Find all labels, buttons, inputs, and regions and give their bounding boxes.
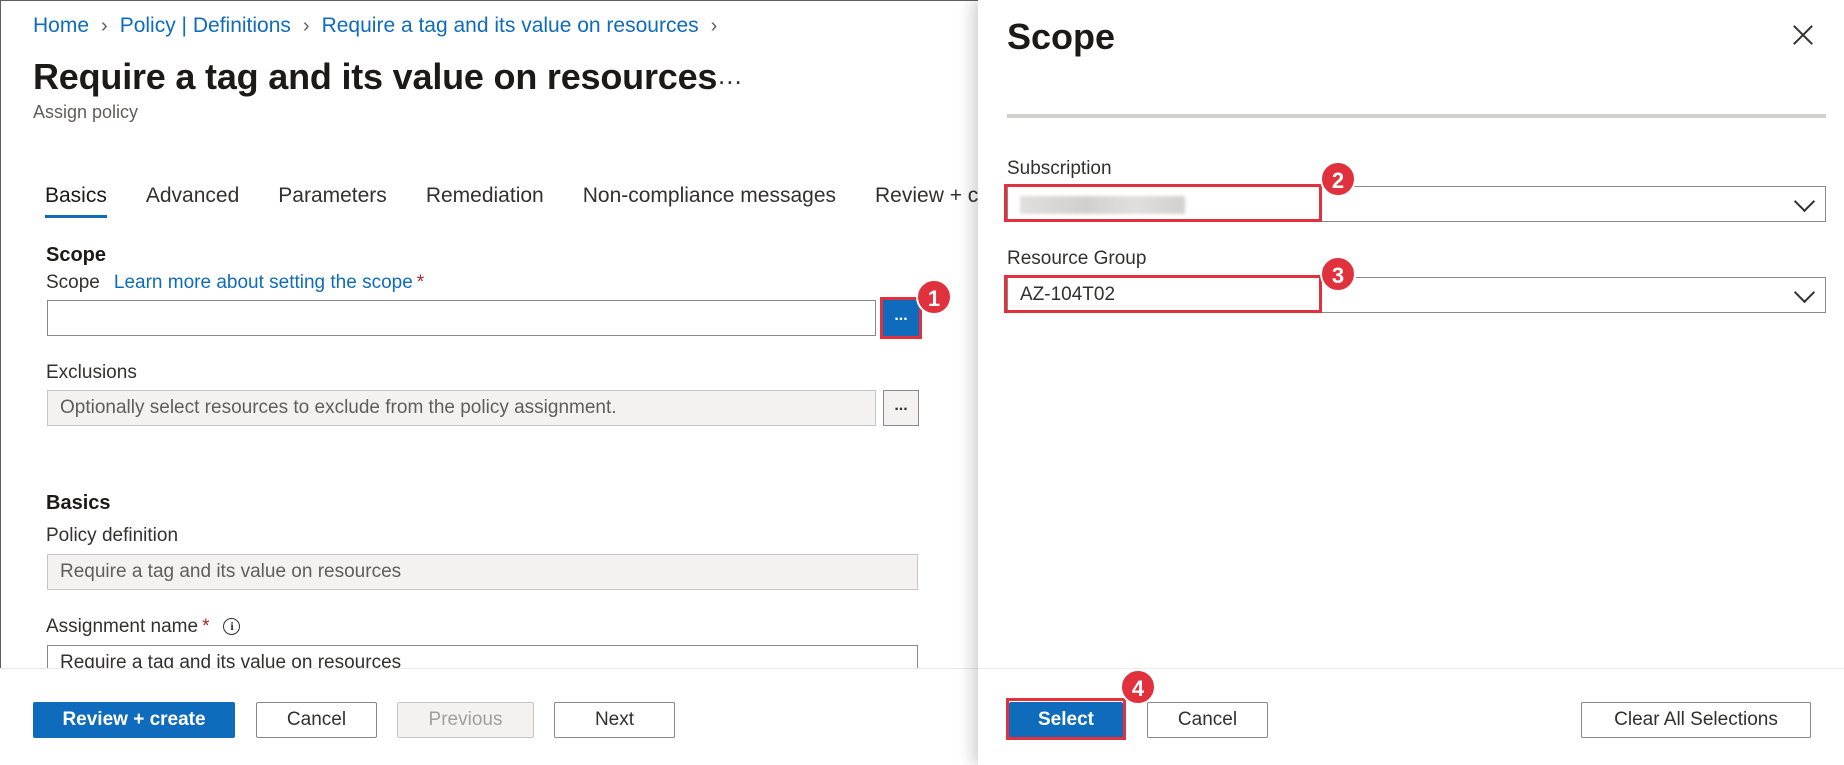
clear-all-selections-button[interactable]: Clear All Selections xyxy=(1581,702,1811,738)
assignment-name-label: Assignment name xyxy=(46,616,199,637)
next-button[interactable]: Next xyxy=(554,702,675,738)
more-options-icon[interactable]: ... xyxy=(718,60,743,91)
highlight-box-2 xyxy=(1004,184,1322,222)
assign-policy-blade: Home › Policy | Definitions › Require a … xyxy=(0,0,978,765)
tab-basics[interactable]: Basics xyxy=(45,184,107,218)
exclusions-label: Exclusions xyxy=(46,362,137,383)
resource-group-label: Resource Group xyxy=(1007,248,1147,269)
page-title: Require a tag and its value on resources xyxy=(33,56,718,97)
highlight-box-4 xyxy=(1006,698,1126,740)
required-marker: * xyxy=(202,616,210,637)
tab-non-compliance-messages[interactable]: Non-compliance messages xyxy=(583,184,836,218)
tab-advanced[interactable]: Advanced xyxy=(146,184,239,218)
scope-panel: Scope Subscription Resource Group AZ-104… xyxy=(978,0,1844,765)
scope-label-row: Scope Learn more about setting the scope * xyxy=(46,272,424,294)
learn-more-scope-link[interactable]: Learn more about setting the scope xyxy=(114,272,413,293)
assignment-name-label-row: Assignment name * i xyxy=(46,616,241,638)
previous-button[interactable]: Previous xyxy=(397,702,534,738)
close-icon[interactable] xyxy=(1790,22,1816,48)
highlight-box-3 xyxy=(1004,275,1322,313)
chevron-right-icon: › xyxy=(710,14,718,37)
breadcrumb: Home › Policy | Definitions › Require a … xyxy=(33,14,729,38)
tab-parameters[interactable]: Parameters xyxy=(278,184,387,218)
breadcrumb-policy-definitions[interactable]: Policy | Definitions xyxy=(120,14,291,38)
page-subtitle: Assign policy xyxy=(33,102,139,122)
scope-section-heading: Scope xyxy=(46,244,107,266)
subscription-label: Subscription xyxy=(1007,158,1112,179)
policy-definition-label: Policy definition xyxy=(46,525,179,546)
panel-divider xyxy=(1007,114,1826,118)
step-badge-1: 1 xyxy=(916,279,952,315)
chevron-down-icon xyxy=(1795,287,1813,305)
step-badge-3: 3 xyxy=(1320,256,1356,292)
breadcrumb-policy[interactable]: Require a tag and its value on resources xyxy=(322,14,699,38)
tab-review-create[interactable]: Review + cre xyxy=(875,184,978,218)
exclusions-input[interactable]: Optionally select resources to exclude f… xyxy=(47,390,876,426)
cancel-button[interactable]: Cancel xyxy=(256,702,377,738)
exclusions-browse-button[interactable]: ... xyxy=(883,390,919,426)
panel-title: Scope xyxy=(1007,16,1116,57)
tab-remediation[interactable]: Remediation xyxy=(426,184,544,218)
panel-cancel-button[interactable]: Cancel xyxy=(1147,702,1268,738)
info-icon[interactable]: i xyxy=(223,618,241,635)
blade-footer: Review + create Cancel Previous Next xyxy=(0,668,978,765)
review-create-button[interactable]: Review + create xyxy=(33,702,235,738)
required-marker: * xyxy=(416,272,425,293)
chevron-right-icon: › xyxy=(101,14,108,37)
chevron-down-icon xyxy=(1795,196,1813,214)
breadcrumb-home[interactable]: Home xyxy=(33,14,89,38)
step-badge-2: 2 xyxy=(1320,161,1356,197)
chevron-right-icon: › xyxy=(302,14,310,37)
basics-section-heading: Basics xyxy=(46,492,111,514)
step-badge-4: 4 xyxy=(1120,669,1156,705)
tab-bar: Basics Advanced Parameters Remediation N… xyxy=(45,184,978,218)
scope-input[interactable] xyxy=(47,300,876,336)
highlight-box-1 xyxy=(880,297,922,339)
scope-label: Scope xyxy=(46,272,100,293)
policy-definition-field: Require a tag and its value on resources xyxy=(47,554,918,590)
